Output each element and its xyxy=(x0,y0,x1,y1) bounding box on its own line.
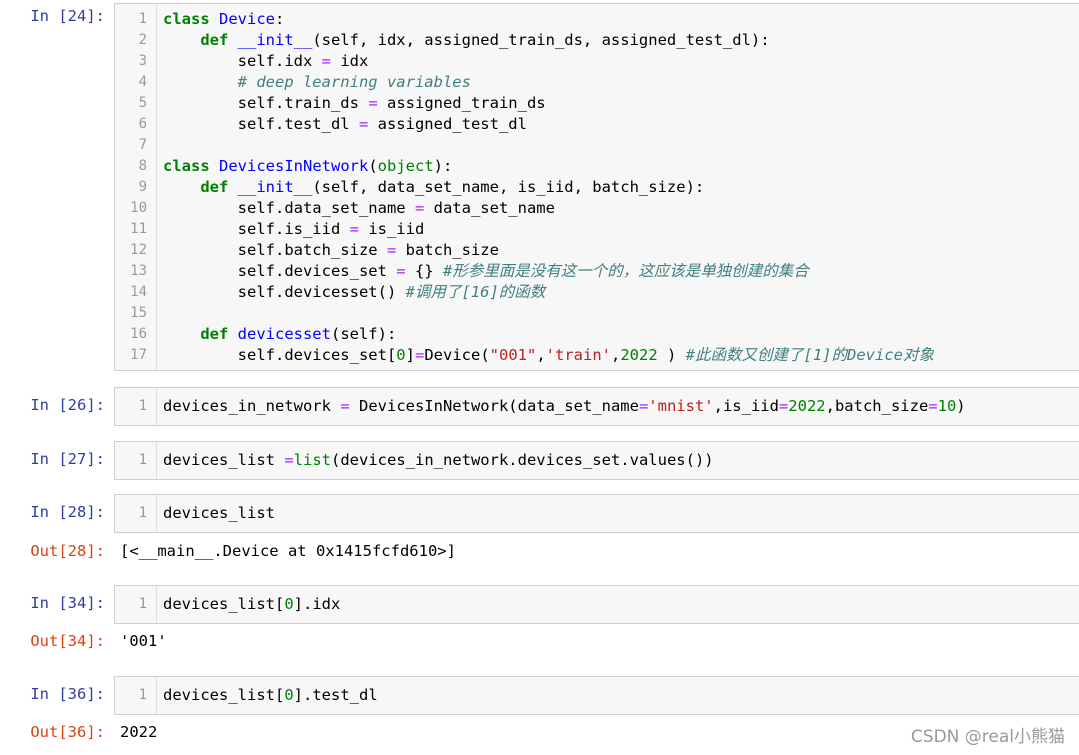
watermark: CSDN @real小熊猫 xyxy=(910,727,1065,747)
code-text: def __init__(self, idx, assigned_train_d… xyxy=(200,31,770,49)
line-number: 17 xyxy=(130,347,147,363)
line-number: 14 xyxy=(130,284,147,300)
line-number: 8 xyxy=(138,158,147,174)
line-number: 15 xyxy=(130,305,147,321)
cell-output: [<__main__.Device at 0x1415fcfd610>] xyxy=(120,542,456,560)
code-line[interactable]: 16 def devicesset(self): xyxy=(115,324,1079,345)
code-text: devices_list[0].idx xyxy=(163,595,341,613)
line-number: 6 xyxy=(138,116,147,132)
line-number: 1 xyxy=(138,398,147,414)
code-text: class Device: xyxy=(163,10,285,28)
code-line[interactable]: 1 devices_list[0].test_dl xyxy=(115,685,1079,706)
line-number: 3 xyxy=(138,53,147,69)
code-line[interactable]: 7 xyxy=(115,135,1079,156)
code-line[interactable]: 10 self.data_set_name = data_set_name xyxy=(115,198,1079,219)
line-number: 1 xyxy=(138,687,147,703)
line-number: 1 xyxy=(138,11,147,27)
code-text: self.devices_set[0]=Device("001",'train'… xyxy=(163,346,934,364)
line-number: 9 xyxy=(138,179,147,195)
code-lines: 1 devices_list[0].test_dl xyxy=(115,685,1079,706)
output-prompt: Out[28]: xyxy=(30,542,105,560)
code-text: self.is_iid = is_iid xyxy=(163,220,425,238)
code-text: self.batch_size = batch_size xyxy=(163,241,499,259)
line-number: 16 xyxy=(130,326,147,342)
input-prompt: In [26]: xyxy=(30,396,105,414)
line-number: 5 xyxy=(138,95,147,111)
code-text: self.devicesset() #调用了[16]的函数 xyxy=(163,283,546,301)
code-text: devices_list xyxy=(163,504,275,522)
code-lines: 1 devices_list[0].idx xyxy=(115,594,1079,615)
code-line[interactable]: 6 self.test_dl = assigned_test_dl xyxy=(115,114,1079,135)
line-number: 12 xyxy=(130,242,147,258)
code-lines: 1 class Device: 2 def __init__(self, idx, … xyxy=(115,9,1079,366)
line-number: 10 xyxy=(130,200,147,216)
line-number: 1 xyxy=(138,452,147,468)
line-number: 4 xyxy=(138,74,147,90)
code-text: def __init__(self, data_set_name, is_iid… xyxy=(200,178,705,196)
output-prompt: Out[36]: xyxy=(30,723,105,741)
output-prompt: Out[34]: xyxy=(30,632,105,650)
code-text: def devicesset(self): xyxy=(200,325,397,343)
code-line[interactable]: 13 self.devices_set = {} #形参里面是没有这一个的，这应… xyxy=(115,261,1079,282)
input-prompt: In [28]: xyxy=(30,503,105,521)
code-line[interactable]: 1 devices_list xyxy=(115,503,1079,524)
input-prompt: In [34]: xyxy=(30,594,105,612)
code-line[interactable]: 1 devices_list =list(devices_in_network.d… xyxy=(115,450,1079,471)
code-line[interactable]: 2 def __init__(self, idx, assigned_train… xyxy=(115,30,1079,51)
line-number: 1 xyxy=(138,596,147,612)
input-prompt: In [27]: xyxy=(30,450,105,468)
code-line[interactable]: 5 self.train_ds = assigned_train_ds xyxy=(115,93,1079,114)
code-line[interactable]: 1 class Device: xyxy=(115,9,1079,30)
line-number: 2 xyxy=(138,32,147,48)
code-line[interactable]: 1 devices_list[0].idx xyxy=(115,594,1079,615)
code-text: self.test_dl = assigned_test_dl xyxy=(163,115,527,133)
code-text: self.train_ds = assigned_train_ds xyxy=(163,94,546,112)
code-line[interactable]: 14 self.devicesset() #调用了[16]的函数 xyxy=(115,282,1079,303)
code-line[interactable]: 9 def __init__(self, data_set_name, is_i… xyxy=(115,177,1079,198)
code-text: class DevicesInNetwork(object): xyxy=(163,157,453,175)
cell-output: 2022 xyxy=(120,723,158,741)
code-line[interactable]: 1 devices_in_network = DevicesInNetwork(d… xyxy=(115,396,1079,417)
code-editor[interactable]: 1 devices_list xyxy=(114,494,1079,533)
code-line[interactable]: 11 self.is_iid = is_iid xyxy=(115,219,1079,240)
code-text: devices_in_network = DevicesInNetwork(da… xyxy=(163,397,966,415)
code-text: self.devices_set = {} #形参里面是没有这一个的，这应该是单… xyxy=(163,262,809,280)
code-line[interactable]: 3 self.idx = idx xyxy=(115,51,1079,72)
code-lines: 1 devices_list xyxy=(115,503,1079,524)
code-line[interactable]: 12 self.batch_size = batch_size xyxy=(115,240,1079,261)
code-line[interactable]: 8 class DevicesInNetwork(object): xyxy=(115,156,1079,177)
line-number: 13 xyxy=(130,263,147,279)
code-line[interactable]: 15 xyxy=(115,303,1079,324)
code-text: devices_list[0].test_dl xyxy=(163,686,378,704)
code-editor[interactable]: 1 class Device: 2 def __init__(self, idx, … xyxy=(114,3,1079,371)
input-prompt: In [24]: xyxy=(30,7,105,25)
code-editor[interactable]: 1 devices_list[0].test_dl xyxy=(114,676,1079,715)
input-prompt: In [36]: xyxy=(30,685,105,703)
line-number: 1 xyxy=(138,505,147,521)
line-number: 11 xyxy=(130,221,147,237)
code-editor[interactable]: 1 devices_list =list(devices_in_network.d… xyxy=(114,441,1079,480)
code-text: self.data_set_name = data_set_name xyxy=(163,199,555,217)
code-text: self.idx = idx xyxy=(163,52,369,70)
line-number: 7 xyxy=(138,137,147,153)
code-line[interactable]: 4 # deep learning variables xyxy=(115,72,1079,93)
cell-output: '001' xyxy=(120,632,167,650)
code-editor[interactable]: 1 devices_in_network = DevicesInNetwork(d… xyxy=(114,387,1079,426)
code-text: devices_list =list(devices_in_network.de… xyxy=(163,451,714,469)
code-text: # deep learning variables xyxy=(237,73,471,91)
code-lines: 1 devices_in_network = DevicesInNetwork(d… xyxy=(115,396,1079,417)
code-editor[interactable]: 1 devices_list[0].idx xyxy=(114,585,1079,624)
code-lines: 1 devices_list =list(devices_in_network.d… xyxy=(115,450,1079,471)
code-line[interactable]: 17 self.devices_set[0]=Device("001",'tra… xyxy=(115,345,1079,366)
